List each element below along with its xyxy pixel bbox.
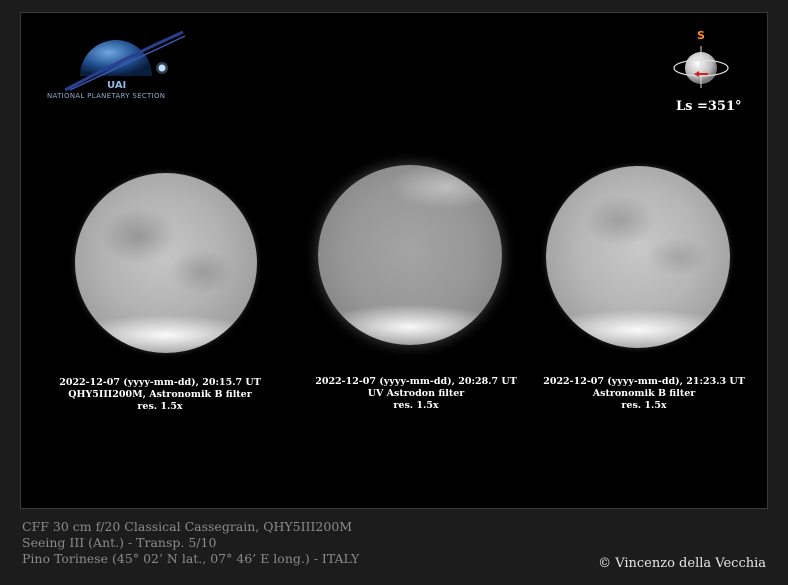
seeing-info: Seeing III (Ant.) - Transp. 5/10 — [22, 535, 217, 550]
caption-image-3: 2022-12-07 (yyyy-mm-dd), 21:23.3 UT Astr… — [524, 376, 764, 412]
south-marker-label: S — [697, 29, 705, 42]
observation-details: CFF 30 cm f/20 Classical Cassegrain, QHY… — [22, 519, 359, 567]
mars-image-1 — [75, 173, 257, 353]
telescope-info: CFF 30 cm f/20 Classical Cassegrain, QHY… — [22, 519, 353, 534]
caption-3-resolution: res. 1.5x — [621, 400, 667, 411]
logo-section-text: NATIONAL PLANETARY SECTION — [47, 92, 166, 100]
author-credit: © Vincenzo della Vecchia — [598, 556, 766, 571]
caption-2-resolution: res. 1.5x — [393, 400, 439, 411]
location-info: Pino Torinese (45° 02’ N lat., 07° 46’ E… — [22, 551, 360, 566]
caption-image-2: 2022-12-07 (yyyy-mm-dd), 20:28.7 UT UV A… — [296, 376, 536, 412]
logo-acronym: UAI — [107, 80, 127, 91]
caption-2-datetime: 2022-12-07 (yyyy-mm-dd), 20:28.7 UT — [315, 376, 517, 387]
caption-1-resolution: res. 1.5x — [137, 401, 183, 412]
caption-3-datetime: 2022-12-07 (yyyy-mm-dd), 21:23.3 UT — [543, 376, 745, 387]
caption-1-filter: QHY5III200M, Astronomik B filter — [68, 389, 252, 400]
mars-image-2 — [318, 165, 502, 345]
caption-image-1: 2022-12-07 (yyyy-mm-dd), 20:15.7 UT QHY5… — [40, 377, 280, 413]
caption-2-filter: UV Astrodon filter — [367, 388, 465, 399]
caption-3-filter: Astronomik B filter — [592, 388, 696, 399]
solar-longitude-label: Ls =351° — [676, 99, 742, 114]
caption-1-datetime: 2022-12-07 (yyyy-mm-dd), 20:15.7 UT — [59, 377, 261, 388]
mars-image-3 — [546, 166, 730, 348]
